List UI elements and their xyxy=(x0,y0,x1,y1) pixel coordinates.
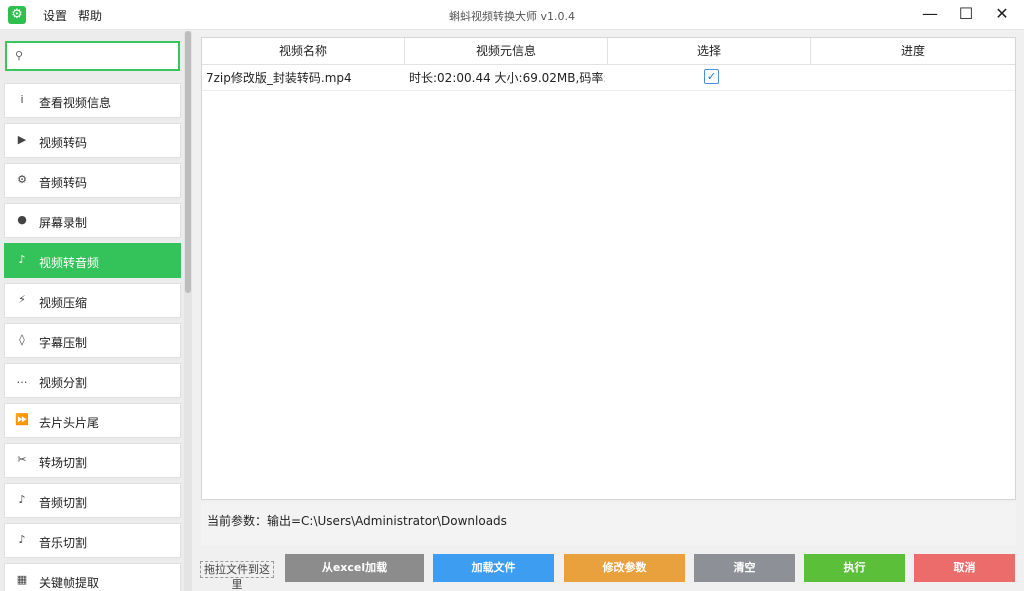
sidebar-item-label: 视频转音频 xyxy=(39,256,100,270)
drop-zone[interactable]: 拖拉文件到这里 xyxy=(200,561,274,591)
ellipsis-icon: … xyxy=(16,373,28,386)
sidebar-item-label: 字幕压制 xyxy=(39,336,88,350)
sidebar-item-label: 音乐切割 xyxy=(39,536,88,550)
sidebar-item-label: 视频分割 xyxy=(39,376,88,390)
sidebar-item-audio-transcode[interactable]: ⚙ 音频转码 xyxy=(4,163,181,198)
window-title: 蝌蚪视频转换大师 v1.0.4 xyxy=(449,10,575,23)
sidebar-item-label: 视频压缩 xyxy=(39,296,88,310)
sidebar-item-trim-intro-outro[interactable]: ⏩ 去片头片尾 xyxy=(4,403,181,438)
sidebar-item-label: 屏幕录制 xyxy=(39,216,88,230)
sidebar-item-label: 关键帧提取 xyxy=(39,576,100,590)
music-note-icon: ♪ xyxy=(18,493,26,506)
title-bar: ⚙ 设置 帮助 蝌蚪视频转换大师 v1.0.4 — ☐ ✕ xyxy=(0,0,1024,30)
sidebar-item-video-to-audio[interactable]: ♪ 视频转音频 xyxy=(4,243,181,278)
row-select-checkbox[interactable]: ✓ xyxy=(704,69,719,84)
sidebar-item-keyframe-extract[interactable]: ▦ 关键帧提取 xyxy=(4,563,181,591)
search-input[interactable]: ⚲ xyxy=(5,41,180,71)
cell-video-meta: 时长:02:00.44 大小:69.02MB,码率:... xyxy=(409,71,605,85)
sidebar-item-video-split[interactable]: … 视频分割 xyxy=(4,363,181,398)
music-note-icon: ♪ xyxy=(18,533,26,546)
sidebar-item-video-compress[interactable]: ⚡ 视频压缩 xyxy=(4,283,181,318)
current-params: 当前参数：输出=C:\Users\Administrator\Downloads xyxy=(207,514,507,528)
file-table: 视频名称 视频元信息 选择 进度 7zip修改版_封装转码.mp4 时长:02:… xyxy=(201,37,1016,500)
column-header-select[interactable]: 选择 xyxy=(608,38,811,65)
modify-params-button[interactable]: 修改参数 xyxy=(564,554,685,582)
grid-icon: ▦ xyxy=(16,573,28,586)
search-icon: ⚲ xyxy=(15,49,24,62)
music-note-icon: ♪ xyxy=(18,253,26,266)
sidebar-scrollbar[interactable] xyxy=(184,31,192,591)
sidebar-item-label: 音频切割 xyxy=(39,496,88,510)
scrollbar-thumb[interactable] xyxy=(185,31,191,293)
cell-progress xyxy=(815,66,1011,90)
maximize-button[interactable]: ☐ xyxy=(948,0,984,30)
diamond-icon: ◊ xyxy=(19,333,25,346)
sidebar-item-label: 视频转码 xyxy=(39,136,88,150)
scissors-icon: ✂ xyxy=(17,453,27,466)
sidebar-item-label: 转场切割 xyxy=(39,456,88,470)
info-icon: i xyxy=(20,93,24,106)
sidebar-item-audio-cut[interactable]: ♪ 音频切割 xyxy=(4,483,181,518)
sidebar: ⚲ i 查看视频信息 ▶ 视频转码 ⚙ 音频转码 ● 屏幕录制 ♪ 视频转音频 … xyxy=(0,31,192,591)
column-header-progress[interactable]: 进度 xyxy=(811,38,1015,65)
cancel-button[interactable]: 取消 xyxy=(914,554,1015,582)
column-header-video-name[interactable]: 视频名称 xyxy=(202,38,405,65)
load-from-excel-button[interactable]: 从excel加载 xyxy=(285,554,424,582)
play-icon: ▶ xyxy=(17,133,27,146)
lightning-icon: ⚡ xyxy=(18,293,26,306)
minimize-button[interactable]: — xyxy=(912,0,948,30)
sidebar-item-video-info[interactable]: i 查看视频信息 xyxy=(4,83,181,118)
sidebar-item-music-cut[interactable]: ♪ 音乐切割 xyxy=(4,523,181,558)
sidebar-item-scene-cut[interactable]: ✂ 转场切割 xyxy=(4,443,181,478)
settings-icon: ⚙ xyxy=(17,173,27,186)
clear-button[interactable]: 清空 xyxy=(694,554,795,582)
sidebar-item-label: 音频转码 xyxy=(39,176,88,190)
execute-button[interactable]: 执行 xyxy=(804,554,905,582)
close-button[interactable]: ✕ xyxy=(984,0,1020,30)
fast-forward-icon: ⏩ xyxy=(15,413,29,426)
sidebar-item-label: 查看视频信息 xyxy=(39,96,112,110)
sidebar-item-subtitle-burn[interactable]: ◊ 字幕压制 xyxy=(4,323,181,358)
sidebar-item-video-transcode[interactable]: ▶ 视频转码 xyxy=(4,123,181,158)
check-icon: ✓ xyxy=(706,70,717,83)
column-header-video-meta[interactable]: 视频元信息 xyxy=(405,38,608,65)
sidebar-item-screen-record[interactable]: ● 屏幕录制 xyxy=(4,203,181,238)
table-row-divider xyxy=(202,90,1015,91)
cell-video-name: 7zip修改版_封装转码.mp4 xyxy=(206,71,352,85)
sidebar-item-label: 去片头片尾 xyxy=(39,416,100,430)
load-file-button[interactable]: 加载文件 xyxy=(433,554,554,582)
record-icon: ● xyxy=(17,213,27,226)
params-bar: 当前参数：输出=C:\Users\Administrator\Downloads xyxy=(201,503,1016,545)
